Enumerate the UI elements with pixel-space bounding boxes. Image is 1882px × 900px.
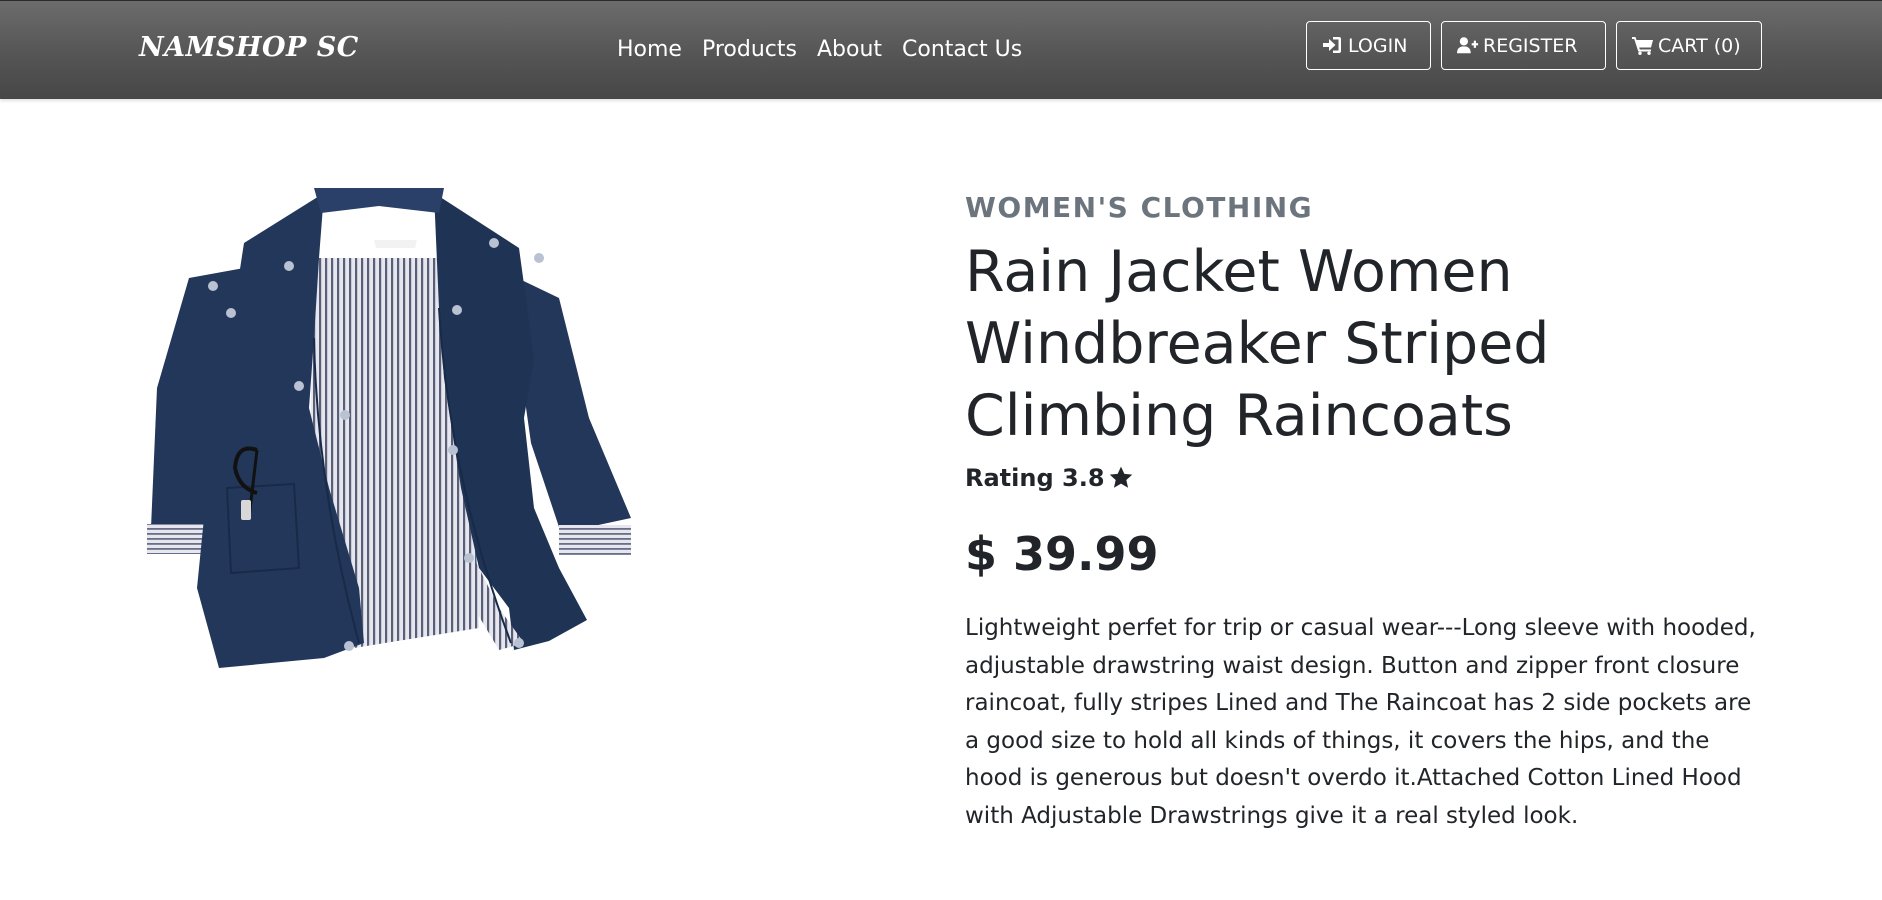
nav-link-products[interactable]: Products (702, 37, 797, 62)
product-rating: Rating 3.8 (965, 462, 1765, 494)
register-label: REGISTER (1483, 34, 1578, 57)
sign-in-icon (1322, 36, 1344, 56)
user-plus-icon (1457, 36, 1479, 56)
product-price: $ 39.99 (965, 527, 1159, 581)
nav-links: Home Products About Contact Us (617, 37, 1022, 62)
login-label: LOGIN (1348, 34, 1408, 57)
product-description: Lightweight perfet for trip or casual we… (965, 615, 1756, 829)
rating-text: Rating 3.8 (965, 464, 1105, 492)
navbar: NAMSHOP SC Home Products About Contact U… (0, 0, 1882, 99)
nav-link-home[interactable]: Home (617, 37, 682, 62)
product-category: WOMEN'S CLOTHING (965, 191, 1314, 224)
register-button[interactable]: REGISTER (1441, 21, 1606, 70)
cart-button[interactable]: CART (0) (1616, 21, 1762, 70)
brand-logo[interactable]: NAMSHOP SC (139, 32, 359, 63)
nav-buttons: LOGIN REGISTER CART (0) (1306, 21, 1762, 70)
nav-link-about[interactable]: About (817, 37, 882, 62)
cart-icon (1632, 36, 1654, 56)
product-image (139, 188, 639, 688)
product-details: WOMEN'S CLOTHING Rain Jacket Women Windb… (965, 190, 1765, 835)
login-button[interactable]: LOGIN (1306, 21, 1431, 70)
product-title: Rain Jacket Women Windbreaker Striped Cl… (965, 239, 1550, 449)
star-icon (1107, 465, 1135, 491)
cart-label: CART (0) (1658, 34, 1741, 57)
nav-link-contact[interactable]: Contact Us (902, 37, 1022, 62)
